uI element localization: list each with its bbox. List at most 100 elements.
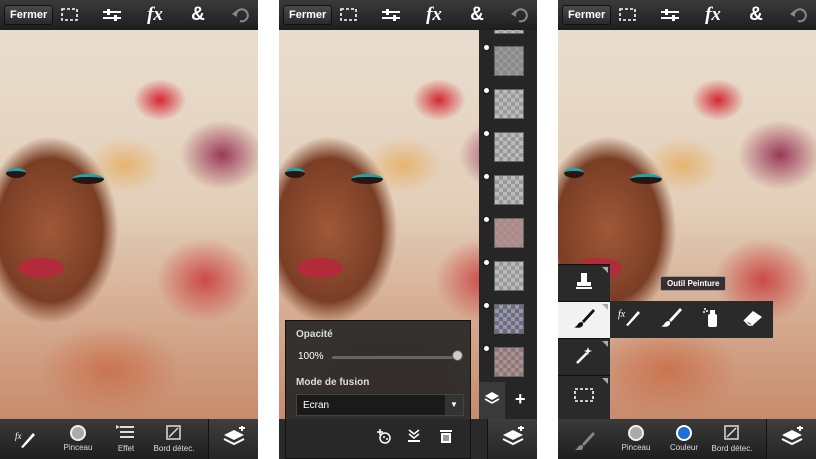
edge-detect-label: Bord détec. xyxy=(711,444,753,453)
edge-detect-icon xyxy=(722,424,742,442)
fx-icon[interactable]: fx xyxy=(701,4,725,26)
layer-thumbnail[interactable] xyxy=(494,304,524,334)
fx-icon[interactable]: fx xyxy=(143,4,167,26)
screen-tools-view: Fermer fx & Outil Peinture fx Pinceau Co… xyxy=(558,0,816,459)
top-toolbar: Fermer fx & xyxy=(0,0,258,30)
opacity-label: Opacité xyxy=(296,329,333,340)
spray-option[interactable] xyxy=(692,301,732,338)
eye-shape xyxy=(630,174,662,184)
layer-properties-button[interactable] xyxy=(479,382,505,419)
layer-style-icon[interactable] xyxy=(374,427,394,445)
layer-thumbnail[interactable] xyxy=(494,261,524,291)
edge-detect-tool[interactable]: Bord détec. xyxy=(706,421,758,457)
layer-visibility-dot[interactable] xyxy=(482,43,491,52)
svg-text:fx: fx xyxy=(618,309,626,320)
layer-thumbnail[interactable] xyxy=(494,218,524,248)
edge-detect-tool[interactable]: Bord détec. xyxy=(148,421,200,457)
layer-visibility-dot[interactable] xyxy=(482,129,491,138)
submenu-indicator xyxy=(602,267,608,273)
merge-layers-icon[interactable] xyxy=(404,427,424,445)
undo-icon[interactable] xyxy=(786,4,810,26)
close-button[interactable]: Fermer xyxy=(4,5,54,25)
brush-tool[interactable] xyxy=(558,421,608,457)
color-label: Couleur xyxy=(669,443,698,452)
ampersand-icon[interactable]: & xyxy=(465,4,489,26)
effect-label: Effet xyxy=(117,444,135,453)
ampersand-icon[interactable]: & xyxy=(186,4,210,26)
brush-submenu: fx xyxy=(610,301,773,338)
brush-option[interactable] xyxy=(651,301,691,338)
spray-icon xyxy=(702,306,722,333)
layer-visibility-dot[interactable] xyxy=(482,344,491,353)
layer-thumbnail[interactable] xyxy=(494,89,524,119)
eye-shape xyxy=(564,168,584,178)
stamp-tool[interactable] xyxy=(558,264,610,301)
fx-brush-tool[interactable]: fx xyxy=(0,421,50,457)
layers-icon xyxy=(501,424,525,453)
brush-icon xyxy=(573,307,595,334)
layer-visibility-dot[interactable] xyxy=(482,301,491,310)
effect-list-icon xyxy=(116,424,136,442)
fx-brush-icon: fx xyxy=(15,430,35,448)
trash-icon[interactable] xyxy=(436,427,456,445)
layer-thumbnail[interactable] xyxy=(494,132,524,162)
layer-thumbnail[interactable] xyxy=(494,347,524,377)
layer-thumbnail[interactable] xyxy=(494,46,524,76)
screen-layers-view: Fermer fx & + Opacité 100% Mode de fusio… xyxy=(279,0,537,459)
layer-visibility-dot[interactable] xyxy=(482,86,491,95)
stamp-icon xyxy=(574,271,594,296)
brush-tool[interactable]: Pinceau xyxy=(52,421,104,457)
layer-visibility-dot[interactable] xyxy=(482,172,491,181)
close-button[interactable]: Fermer xyxy=(283,5,333,25)
brush-size-tool[interactable]: Pinceau xyxy=(610,421,662,457)
submenu-indicator xyxy=(602,304,608,310)
fx-brush-option[interactable]: fx xyxy=(610,301,650,338)
selection-icon[interactable] xyxy=(337,4,361,26)
selection-icon xyxy=(573,386,595,409)
effect-tool[interactable]: Effet xyxy=(100,421,152,457)
layers-button[interactable] xyxy=(766,419,816,459)
fx-icon[interactable]: fx xyxy=(422,4,446,26)
undo-icon[interactable] xyxy=(228,4,252,26)
add-layer-button[interactable]: + xyxy=(515,389,526,410)
artwork-canvas[interactable] xyxy=(0,30,258,419)
layer-thumbnail[interactable] xyxy=(494,175,524,205)
bottom-toolbar: Pinceau Couleur Bord détec. xyxy=(558,419,816,459)
blend-mode-value: Ecran xyxy=(303,400,330,411)
eye-shape xyxy=(285,168,305,178)
brush-tool[interactable] xyxy=(558,301,610,338)
magic-wand-tool[interactable] xyxy=(558,338,610,375)
brush-icon xyxy=(660,306,682,333)
brush-size-icon xyxy=(628,425,644,441)
opacity-slider-knob[interactable] xyxy=(452,350,463,361)
selection-tool[interactable] xyxy=(558,375,610,419)
submenu-indicator xyxy=(602,378,608,384)
lips-shape xyxy=(297,258,343,278)
eraser-icon xyxy=(742,308,764,331)
layer-visibility-dot[interactable] xyxy=(482,215,491,224)
adjust-icon[interactable] xyxy=(100,4,124,26)
selection-icon[interactable] xyxy=(616,4,640,26)
adjust-icon[interactable] xyxy=(379,4,403,26)
magic-wand-icon xyxy=(574,345,594,370)
bottom-toolbar: fx Pinceau Effet Bord détec. xyxy=(0,419,258,459)
layer-visibility-dot[interactable] xyxy=(482,258,491,267)
adjust-icon[interactable] xyxy=(658,4,682,26)
layers-icon xyxy=(780,424,804,453)
close-button[interactable]: Fermer xyxy=(562,5,612,25)
svg-text:fx: fx xyxy=(15,431,22,441)
layers-list xyxy=(479,22,537,382)
color-tool[interactable]: Couleur xyxy=(658,421,710,457)
layers-button[interactable] xyxy=(208,419,258,459)
eye-shape xyxy=(72,174,104,184)
selection-icon[interactable] xyxy=(58,4,82,26)
opacity-slider[interactable] xyxy=(332,356,458,359)
blend-mode-label: Mode de fusion xyxy=(296,377,370,388)
blend-mode-select[interactable]: Ecran ▼ xyxy=(296,394,464,416)
undo-icon[interactable] xyxy=(507,4,531,26)
layers-button[interactable] xyxy=(487,419,537,459)
brush-label: Pinceau xyxy=(63,443,93,452)
eraser-option[interactable] xyxy=(733,301,773,338)
brush-size-icon xyxy=(70,425,86,441)
ampersand-icon[interactable]: & xyxy=(744,4,768,26)
